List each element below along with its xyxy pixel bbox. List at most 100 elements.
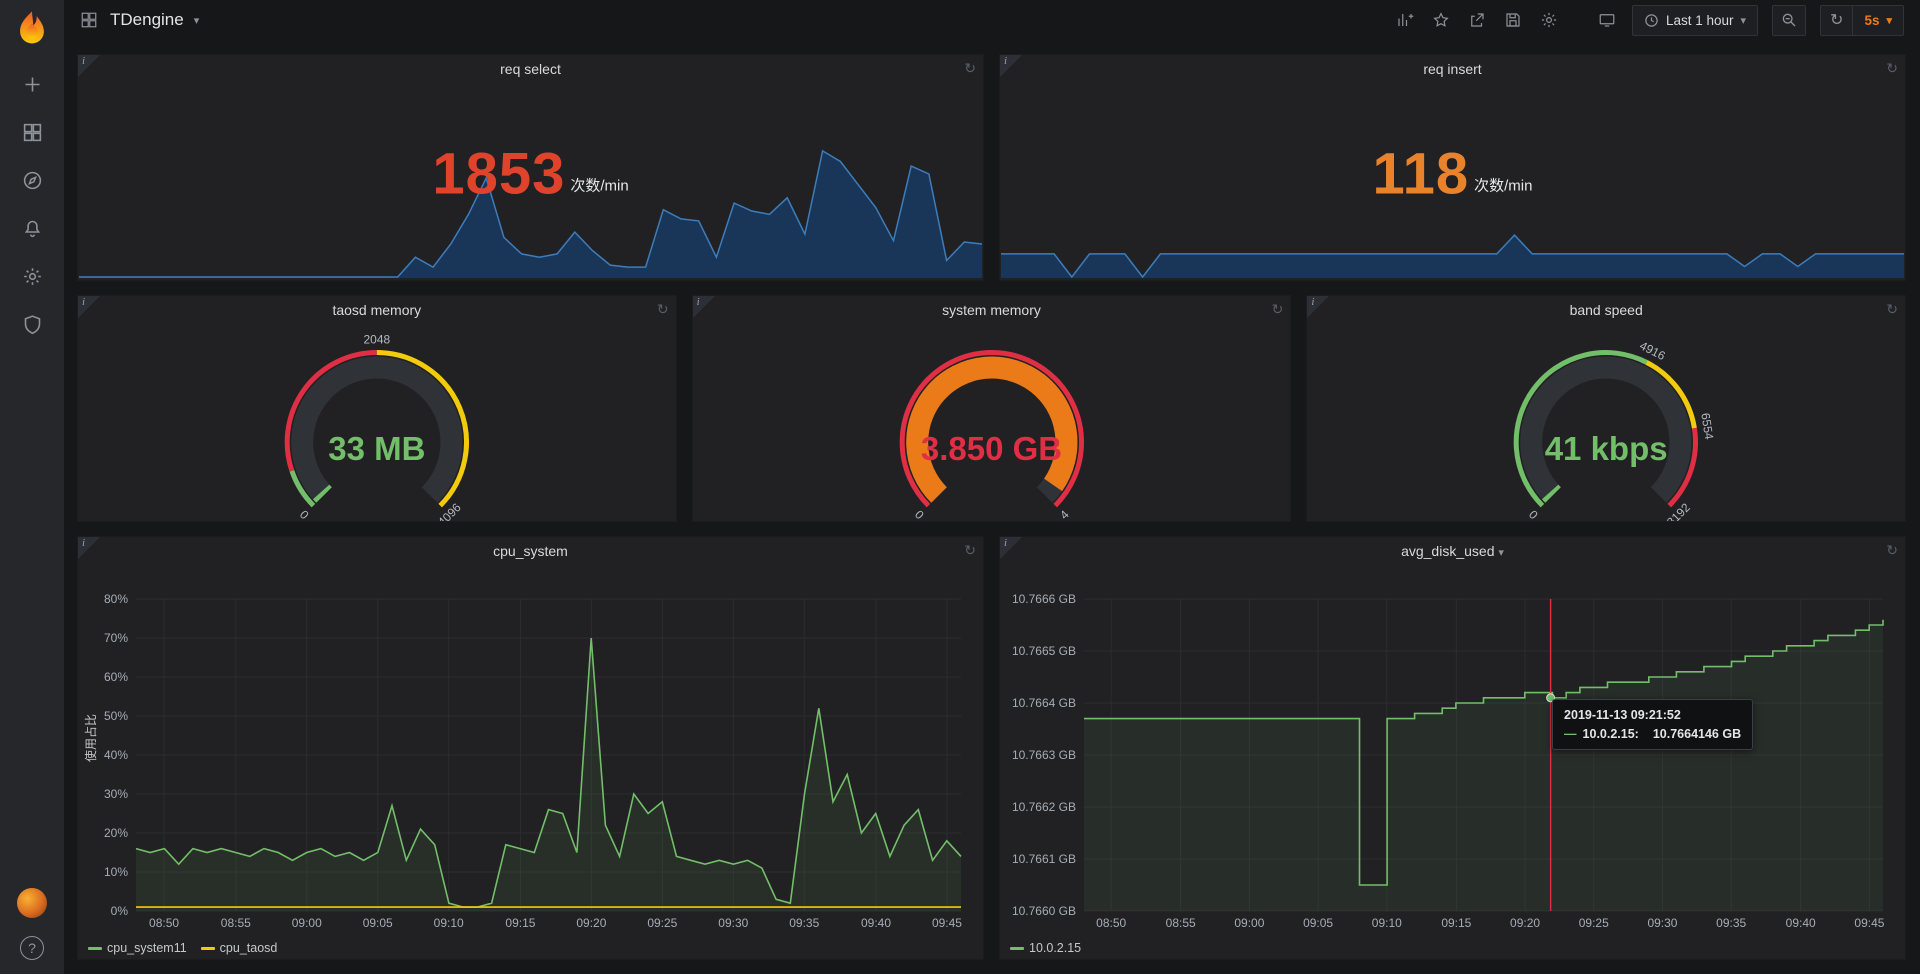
panel-info-icon[interactable]: i bbox=[78, 296, 100, 318]
legend-item[interactable]: cpu_system11 bbox=[88, 941, 187, 955]
tooltip-series-swatch: — bbox=[1564, 727, 1577, 741]
panel-loading-icon: ↻ bbox=[964, 542, 976, 559]
panel-loading-icon: ↻ bbox=[1886, 301, 1898, 318]
band-speed-gauge[interactable]: 0491665548192 bbox=[1307, 324, 1905, 521]
refresh-button[interactable]: ↻ bbox=[1820, 5, 1852, 36]
time-range-picker[interactable]: Last 1 hour ▾ bbox=[1632, 5, 1758, 36]
svg-text:09:05: 09:05 bbox=[1303, 916, 1333, 930]
panel-info-icon[interactable]: i bbox=[1000, 55, 1022, 77]
taosd-memory-gauge[interactable]: 020484096 bbox=[78, 324, 676, 521]
cycle-view-monitor-icon[interactable] bbox=[1596, 9, 1618, 31]
navbar-right: Last 1 hour ▾ ↻ 5s ▾ bbox=[1394, 5, 1904, 36]
time-range-caret-icon: ▾ bbox=[1741, 14, 1747, 27]
alerting-bell-icon[interactable] bbox=[21, 217, 43, 239]
panel-row-2: i taosd memory ↻ 020484096 33 MB i syste… bbox=[77, 295, 1906, 522]
panel-title[interactable]: system memory bbox=[693, 296, 1291, 324]
svg-text:09:40: 09:40 bbox=[1786, 916, 1816, 930]
svg-text:70%: 70% bbox=[104, 631, 128, 645]
svg-text:08:50: 08:50 bbox=[1096, 916, 1126, 930]
panel-taosd-memory: i taosd memory ↻ 020484096 33 MB bbox=[77, 295, 677, 522]
panel-info-icon[interactable]: i bbox=[78, 537, 100, 559]
panel-title[interactable]: req select bbox=[78, 55, 983, 83]
navbar-left: TDengine ▾ bbox=[78, 9, 199, 31]
svg-text:60%: 60% bbox=[104, 670, 128, 684]
panel-loading-icon: ↻ bbox=[964, 60, 976, 77]
refresh-button-group: ↻ 5s ▾ bbox=[1820, 5, 1904, 36]
panel-title[interactable]: cpu_system bbox=[78, 537, 983, 565]
dashboard-grid-icon[interactable] bbox=[78, 9, 100, 31]
zoom-out-button[interactable] bbox=[1772, 5, 1806, 36]
svg-text:09:30: 09:30 bbox=[1647, 916, 1677, 930]
configuration-gear-icon[interactable] bbox=[21, 265, 43, 287]
svg-text:0: 0 bbox=[1526, 507, 1541, 521]
dashboards-icon[interactable] bbox=[21, 121, 43, 143]
settings-gear-icon[interactable] bbox=[1538, 9, 1560, 31]
system-memory-gauge[interactable]: 04 bbox=[693, 324, 1291, 521]
panel-title[interactable]: taosd memory bbox=[78, 296, 676, 324]
panel-body: 04 3.850 GB bbox=[693, 324, 1291, 521]
svg-text:09:15: 09:15 bbox=[505, 916, 535, 930]
create-plus-icon[interactable] bbox=[21, 73, 43, 95]
help-icon[interactable]: ? bbox=[20, 936, 44, 960]
share-icon[interactable] bbox=[1466, 9, 1488, 31]
svg-text:2048: 2048 bbox=[363, 333, 390, 347]
legend-swatch bbox=[88, 947, 102, 950]
refresh-interval-label: 5s bbox=[1864, 13, 1879, 28]
grafana-app: ? TDengine ▾ bbox=[0, 0, 1920, 974]
svg-text:30%: 30% bbox=[104, 787, 128, 801]
svg-text:09:05: 09:05 bbox=[363, 916, 393, 930]
svg-text:09:15: 09:15 bbox=[1441, 916, 1471, 930]
refresh-interval-dropdown[interactable]: 5s ▾ bbox=[1852, 5, 1904, 36]
explore-compass-icon[interactable] bbox=[21, 169, 43, 191]
save-icon[interactable] bbox=[1502, 9, 1524, 31]
chart-legend: 10.0.2.15 bbox=[1010, 941, 1081, 955]
svg-text:09:25: 09:25 bbox=[1579, 916, 1609, 930]
add-panel-icon[interactable] bbox=[1394, 9, 1416, 31]
tooltip-time: 2019-11-13 09:21:52 bbox=[1564, 708, 1741, 722]
legend-item[interactable]: 10.0.2.15 bbox=[1010, 941, 1081, 955]
svg-text:50%: 50% bbox=[104, 709, 128, 723]
panel-row-3: i cpu_system ↻ 使用占比 0%10%20%30%40%50%60%… bbox=[77, 536, 1906, 960]
sidebar: ? bbox=[0, 0, 64, 974]
grafana-logo-icon[interactable] bbox=[13, 9, 51, 47]
dashboard-title-caret-icon[interactable]: ▾ bbox=[194, 14, 200, 27]
svg-text:09:35: 09:35 bbox=[1716, 916, 1746, 930]
svg-text:40%: 40% bbox=[104, 748, 128, 762]
dashboard-title[interactable]: TDengine bbox=[110, 10, 184, 30]
cpu-system-chart[interactable]: 0%10%20%30%40%50%60%70%80%08:5008:5509:0… bbox=[82, 591, 975, 933]
req-insert-sparkline[interactable] bbox=[1001, 144, 1904, 278]
svg-text:08:50: 08:50 bbox=[149, 916, 179, 930]
svg-text:09:25: 09:25 bbox=[647, 916, 677, 930]
user-avatar[interactable] bbox=[17, 888, 47, 918]
panel-body: 118 次数/min bbox=[1000, 83, 1905, 280]
panel-info-icon[interactable]: i bbox=[78, 55, 100, 77]
svg-text:10.7662 GB: 10.7662 GB bbox=[1012, 800, 1076, 814]
panel-info-icon[interactable]: i bbox=[693, 296, 715, 318]
req-select-sparkline[interactable] bbox=[79, 144, 982, 278]
panel-loading-icon: ↻ bbox=[1886, 60, 1898, 77]
panel-title[interactable]: avg_disk_used ▾ bbox=[1000, 537, 1905, 565]
svg-text:10.7663 GB: 10.7663 GB bbox=[1012, 748, 1076, 762]
svg-text:08:55: 08:55 bbox=[1166, 916, 1196, 930]
panel-info-icon[interactable]: i bbox=[1000, 537, 1022, 559]
svg-text:80%: 80% bbox=[104, 592, 128, 606]
panel-cpu-system: i cpu_system ↻ 使用占比 0%10%20%30%40%50%60%… bbox=[77, 536, 984, 960]
panel-title[interactable]: req insert bbox=[1000, 55, 1905, 83]
star-icon[interactable] bbox=[1430, 9, 1452, 31]
svg-text:10%: 10% bbox=[104, 865, 128, 879]
panel-title[interactable]: band speed bbox=[1307, 296, 1905, 324]
chart-legend: cpu_system11 cpu_taosd bbox=[88, 941, 277, 955]
panel-body: 使用占比 0%10%20%30%40%50%60%70%80%08:5008:5… bbox=[78, 565, 983, 959]
server-admin-shield-icon[interactable] bbox=[21, 313, 43, 335]
avg-disk-used-chart[interactable]: 10.7660 GB10.7661 GB10.7662 GB10.7663 GB… bbox=[1004, 591, 1897, 933]
svg-text:09:00: 09:00 bbox=[1234, 916, 1264, 930]
chart-tooltip: 2019-11-13 09:21:52 — 10.0.2.15: 10.7664… bbox=[1552, 699, 1753, 750]
panel-info-icon[interactable]: i bbox=[1307, 296, 1329, 318]
main-area: TDengine ▾ bbox=[64, 0, 1920, 974]
svg-text:0: 0 bbox=[912, 507, 927, 521]
panel-req-select: i req select ↻ 1853 次数/min bbox=[77, 54, 984, 281]
svg-text:0%: 0% bbox=[111, 904, 129, 918]
legend-item[interactable]: cpu_taosd bbox=[201, 941, 278, 955]
svg-text:4: 4 bbox=[1057, 507, 1072, 521]
panel-loading-icon: ↻ bbox=[1272, 301, 1284, 318]
